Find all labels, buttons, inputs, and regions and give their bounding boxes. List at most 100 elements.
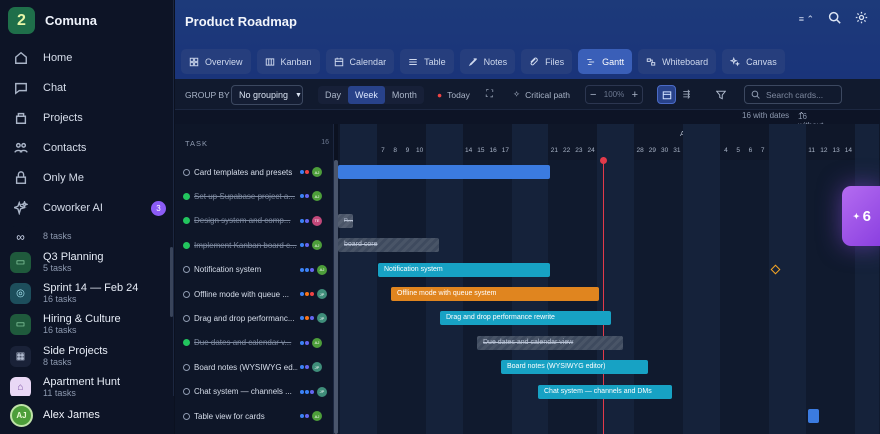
gantt-layout-icon[interactable]: ⇶ — [677, 85, 696, 104]
sidebar-item-coworker-ai[interactable]: Coworker AI 3 — [0, 193, 174, 223]
filter-icon[interactable] — [711, 85, 730, 104]
user-profile[interactable]: AJ Alex James — [0, 396, 174, 434]
task-row[interactable]: Due dates and calendar v... AJ — [175, 331, 334, 355]
overview-icon — [189, 57, 199, 66]
task-name: Due dates and calendar v... — [194, 338, 292, 348]
day-label: 10 — [416, 147, 424, 154]
task-status-checkbox[interactable] — [183, 241, 190, 249]
tab-calendar[interactable]: Calendar — [325, 49, 395, 74]
task-tags — [300, 194, 310, 199]
task-row[interactable]: Table view for cards AJ — [175, 404, 334, 428]
project-task-count: 16 tasks — [43, 294, 77, 304]
fit-screen-icon[interactable]: ⛶ — [486, 85, 493, 104]
tab-kanban[interactable]: Kanban — [256, 49, 320, 74]
day-label: 13 — [832, 147, 840, 154]
sidebar-item-label: Only Me — [43, 172, 84, 184]
floating-panel[interactable]: ✦ 6 — [842, 186, 880, 246]
sidebar-project[interactable]: ◎ Sprint 14 — Feb 24 16 tasks — [0, 282, 174, 305]
zoom-in-icon[interactable]: + — [632, 89, 638, 101]
task-name: Design system and comp... — [194, 216, 291, 226]
task-status-checkbox[interactable] — [183, 363, 190, 371]
task-status-checkbox[interactable] — [183, 168, 190, 176]
gantt-bar[interactable]: Chat system — channels and DMs — [538, 384, 672, 399]
tab-files[interactable]: Files — [521, 49, 573, 74]
tab-notes[interactable]: Notes — [459, 49, 516, 74]
critical-path-button[interactable]: ✧ Critical path — [513, 85, 570, 104]
calendar-view-icon[interactable] — [657, 85, 676, 104]
task-status-checkbox[interactable] — [183, 217, 190, 225]
canvas-icon — [730, 56, 741, 66]
scale-month[interactable]: Month — [385, 86, 424, 104]
task-name: Notification system — [194, 265, 262, 275]
today-button[interactable]: ● Today — [437, 85, 470, 104]
task-status-checkbox[interactable] — [183, 339, 190, 347]
tab-table[interactable]: Table — [400, 49, 454, 74]
assignee-avatar: AJ — [317, 264, 327, 275]
task-row[interactable]: Board notes (WYSIWYG ed... JP — [175, 355, 334, 379]
tab-canvas[interactable]: Canvas — [722, 49, 785, 74]
sidebar-item-home[interactable]: Home — [0, 43, 174, 73]
assignee-avatar: JP — [312, 362, 322, 373]
sidebar-item-chat[interactable]: Chat — [0, 73, 174, 103]
task-status-checkbox[interactable] — [183, 388, 190, 396]
task-row[interactable]: Drag and drop performanc... JP — [175, 306, 334, 330]
sidebar-item-only-me[interactable]: Only Me — [0, 163, 174, 193]
day-label: 16 — [489, 147, 497, 154]
project-task-count: 5 tasks — [43, 263, 72, 273]
tab-overview[interactable]: Overview — [181, 49, 251, 74]
search-input[interactable]: Search cards... — [744, 85, 842, 104]
task-status-checkbox[interactable] — [183, 290, 190, 298]
sidebar-project[interactable]: ∞ 8 tasks — [0, 226, 174, 247]
search-icon[interactable] — [828, 11, 841, 27]
sparkle-icon: ✦ — [852, 211, 860, 221]
project-name: Hiring & Culture — [43, 313, 121, 325]
task-row[interactable]: Card templates and presets AJ — [175, 160, 334, 184]
sidebar-project[interactable]: ▭ Hiring & Culture 16 tasks — [0, 313, 174, 336]
task-status-checkbox[interactable] — [183, 192, 190, 200]
tab-gantt[interactable]: Gantt — [578, 49, 633, 74]
gantt-bar[interactable]: Drag and drop performance rewrite — [440, 311, 611, 326]
gantt-bar[interactable]: board core — [338, 238, 439, 253]
task-row[interactable]: Set up Supabase project a... AJ — [175, 184, 334, 208]
brand[interactable]: 2 Comuna — [8, 7, 97, 34]
tag-dot — [300, 170, 304, 174]
gantt-bar[interactable]: Due dates and calendar view — [477, 335, 623, 350]
notification-badge: 3 — [151, 201, 166, 216]
task-row[interactable]: Offline mode with queue ... JP — [175, 282, 334, 306]
sidebar-scrollbar[interactable] — [170, 247, 173, 317]
scale-day[interactable]: Day — [318, 86, 348, 104]
scale-week[interactable]: Week — [348, 86, 385, 104]
sidebar-project[interactable]: ▭ Q3 Planning 5 tasks — [0, 251, 174, 274]
task-row[interactable]: Notification system AJ — [175, 258, 334, 282]
search-icon — [751, 90, 760, 99]
sidebar-item-contacts[interactable]: Contacts — [0, 133, 174, 163]
gantt-bar[interactable] — [338, 165, 550, 179]
gantt-bar[interactable]: Board notes (WYSIWYG editor) — [501, 360, 648, 375]
assignee-avatar: JP — [317, 289, 327, 299]
gear-icon[interactable] — [855, 11, 868, 27]
tab-label: Kanban — [280, 56, 312, 67]
group-by-select[interactable]: No grouping ▼ — [231, 85, 303, 105]
table-icon — [409, 58, 417, 65]
tab-whiteboard[interactable]: Whiteboard — [638, 49, 717, 74]
task-tags — [300, 243, 310, 248]
task-status-checkbox[interactable] — [183, 412, 190, 420]
gantt-bar[interactable]: Offline mode with queue system — [391, 287, 599, 301]
folder-icon: ▭ — [10, 314, 31, 335]
gantt-bar[interactable] — [808, 409, 819, 423]
gantt-bar-label: Notification system — [384, 265, 443, 273]
task-row[interactable]: Chat system — channels ... JP — [175, 380, 334, 404]
task-row[interactable]: Design system and comp... TE — [175, 209, 334, 233]
avatar: AJ — [10, 403, 33, 427]
gantt-bar[interactable]: n... — [338, 213, 353, 228]
task-status-checkbox[interactable] — [183, 266, 190, 274]
sidebar-project[interactable]: ▦ Side Projects 8 tasks — [0, 345, 174, 368]
without-dates-toggle[interactable]: 16 without dates ⌃ — [798, 111, 823, 139]
task-row[interactable]: Implement Kanban board c... AJ — [175, 233, 334, 257]
group-by-label: GROUP BY — [185, 89, 230, 100]
task-status-checkbox[interactable] — [183, 314, 190, 322]
zoom-out-icon[interactable]: − — [590, 89, 596, 101]
sidebar-item-projects[interactable]: Projects — [0, 103, 174, 133]
gantt-bar[interactable]: Notification system — [378, 262, 550, 277]
sort-menu-icon[interactable]: ≡ ⌃ — [799, 14, 814, 25]
